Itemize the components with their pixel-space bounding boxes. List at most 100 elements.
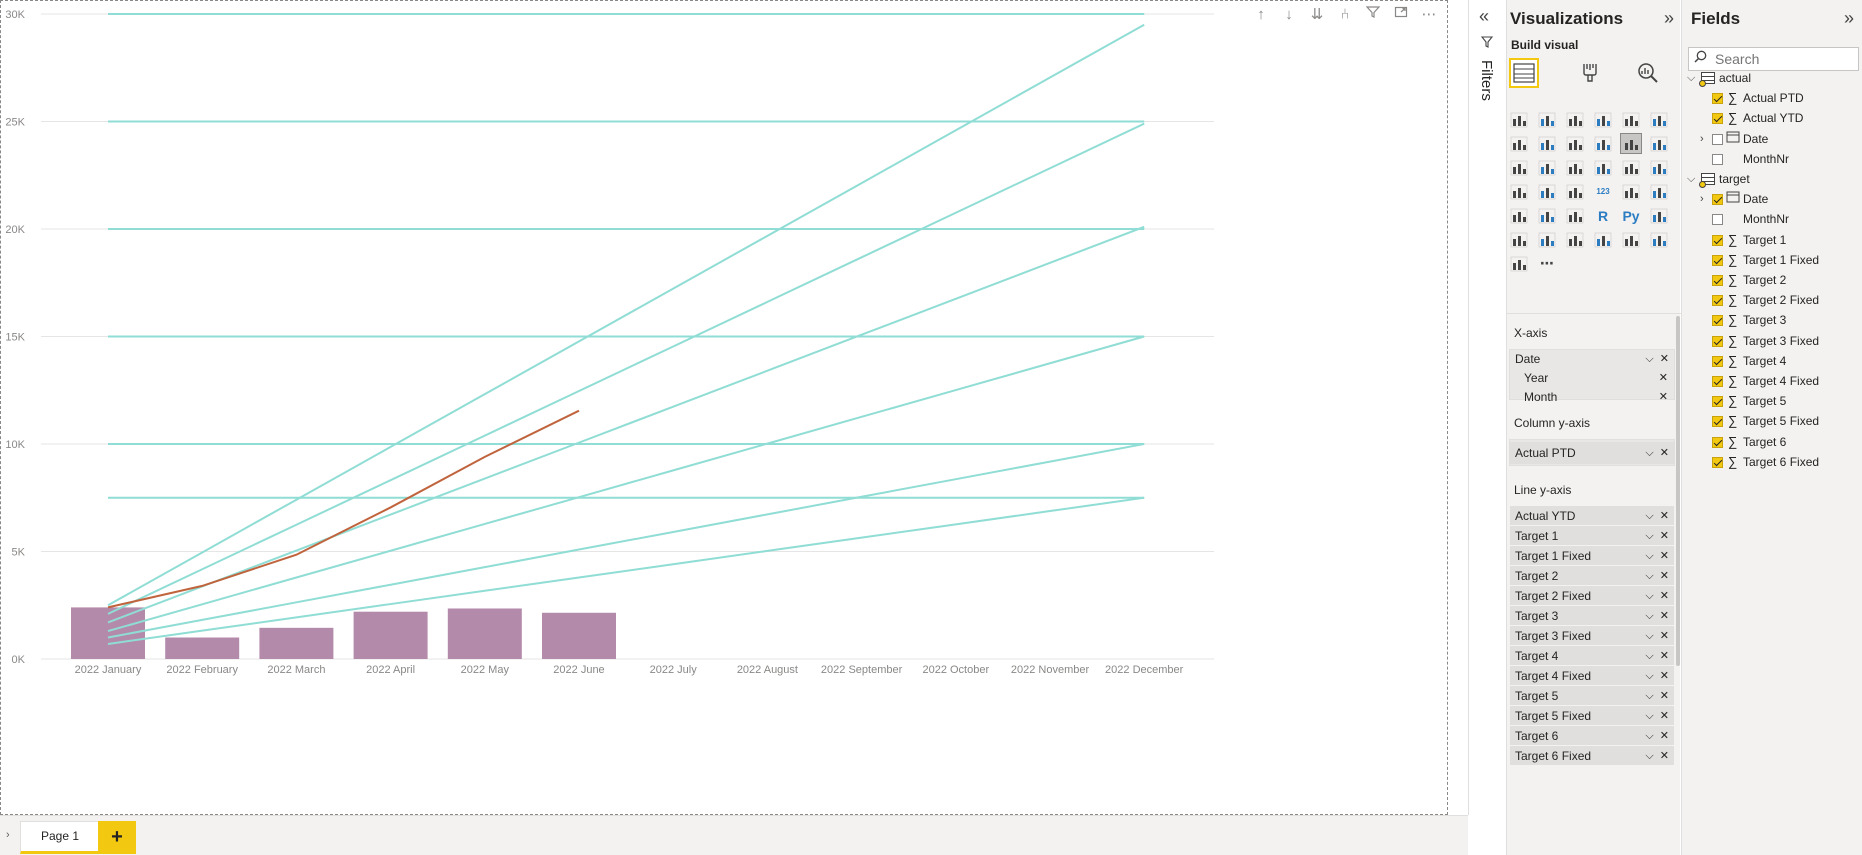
chevron-down-icon[interactable]: ⌵	[1645, 530, 1653, 542]
line-y-field[interactable]: Target 3 Fixed ⌵ ✕	[1509, 625, 1675, 646]
remove-field-icon[interactable]: ✕	[1660, 570, 1669, 582]
combo-chart-visual[interactable]: 0K 5K 10K 15K 20K 25K 30K 2022 January 2022 Febr…	[0, 0, 1448, 815]
field-item[interactable]: ∑ Target 3 Fixed	[1682, 331, 1862, 351]
field-checkbox[interactable]	[1712, 315, 1723, 327]
build-visual-button[interactable]	[1509, 58, 1539, 88]
field-checkbox[interactable]	[1712, 153, 1723, 165]
field-checkbox[interactable]	[1712, 335, 1723, 347]
remove-field-icon[interactable]: ✕	[1660, 610, 1669, 622]
field-item[interactable]: › Date	[1682, 129, 1862, 149]
field-item[interactable]: ∑ Actual PTD	[1682, 88, 1862, 108]
x-axis-month-field[interactable]: Month ✕	[1510, 388, 1674, 407]
multi-row-card-visual-icon[interactable]	[1621, 182, 1641, 201]
expand-pane-icon[interactable]: »	[1844, 8, 1854, 29]
field-checkbox[interactable]	[1712, 254, 1723, 266]
clustered-column-visual-icon[interactable]	[1593, 110, 1613, 129]
remove-field-icon[interactable]: ✕	[1659, 388, 1668, 407]
chevron-down-icon[interactable]: ⌵	[1645, 510, 1653, 522]
field-item[interactable]: ∑ Actual YTD	[1682, 108, 1862, 128]
chevron-down-icon[interactable]: ⌵	[1645, 650, 1653, 662]
field-checkbox[interactable]	[1712, 275, 1723, 286]
more-options-icon[interactable]: ⋯	[1419, 5, 1439, 25]
field-checkbox[interactable]	[1712, 376, 1723, 387]
field-checkbox[interactable]	[1712, 93, 1723, 105]
field-checkbox[interactable]	[1712, 396, 1723, 408]
field-checkbox[interactable]	[1712, 295, 1723, 307]
gauge-visual-icon[interactable]	[1565, 182, 1585, 201]
r-script-visual-icon[interactable]: R	[1593, 206, 1613, 225]
remove-field-icon[interactable]: ✕	[1660, 630, 1669, 642]
field-item[interactable]: MonthNr	[1682, 209, 1862, 229]
line-stacked-column-visual-icon[interactable]	[1593, 134, 1613, 153]
card-visual-icon[interactable]: 123	[1593, 182, 1613, 201]
line-y-field[interactable]: Target 4 ⌵ ✕	[1509, 645, 1675, 666]
more-visuals-visual-icon[interactable]	[1509, 254, 1529, 273]
remove-field-icon[interactable]: ✕	[1660, 650, 1669, 662]
field-item[interactable]: ∑ Target 6	[1682, 432, 1862, 452]
stacked-column-visual-icon[interactable]	[1537, 110, 1557, 129]
remove-field-icon[interactable]: ✕	[1660, 510, 1669, 522]
chevron-down-icon[interactable]: ⌵	[1645, 690, 1653, 702]
line-y-field[interactable]: Target 6 ⌵ ✕	[1509, 725, 1675, 746]
field-checkbox[interactable]	[1712, 416, 1723, 428]
chevron-down-icon[interactable]: ⌵	[1645, 750, 1653, 762]
pane-scrollbar[interactable]	[1676, 316, 1680, 666]
chevron-down-icon[interactable]: ⌵	[1645, 730, 1653, 742]
table-target[interactable]: ⌵ target	[1682, 169, 1862, 189]
remove-field-icon[interactable]: ✕	[1660, 730, 1669, 742]
get-more-visual-icon[interactable]: ⋯	[1537, 254, 1557, 273]
100-stacked-column-visual-icon[interactable]	[1649, 110, 1669, 129]
field-item[interactable]: MonthNr	[1682, 149, 1862, 169]
line-visual-icon[interactable]	[1509, 134, 1529, 153]
column-y-field[interactable]: Actual PTD ⌵ ✕	[1510, 442, 1674, 464]
line-y-field[interactable]: Target 2 ⌵ ✕	[1509, 565, 1675, 586]
expand-pane-icon[interactable]: »	[1664, 8, 1674, 29]
format-visual-button[interactable]	[1575, 58, 1605, 88]
matrix-visual-icon[interactable]	[1565, 206, 1585, 225]
table-visual-icon[interactable]	[1537, 206, 1557, 225]
field-checkbox[interactable]	[1712, 456, 1723, 468]
line-y-field[interactable]: Target 6 Fixed ⌵ ✕	[1509, 745, 1675, 766]
map-visual-icon[interactable]	[1509, 182, 1529, 201]
kpi-visual-icon[interactable]	[1649, 182, 1669, 201]
stacked-bar-visual-icon[interactable]	[1509, 110, 1529, 129]
x-axis-date-field[interactable]: Date ⌵ ✕	[1510, 350, 1674, 369]
field-checkbox[interactable]	[1712, 194, 1723, 206]
field-item[interactable]: ∑ Target 6 Fixed	[1682, 452, 1862, 472]
chevron-down-icon[interactable]: ⌵	[1645, 610, 1653, 622]
remove-field-icon[interactable]: ✕	[1660, 530, 1669, 542]
treemap-visual-icon[interactable]	[1649, 158, 1669, 177]
remove-field-icon[interactable]: ✕	[1660, 550, 1669, 562]
chevron-down-icon[interactable]: ⌵	[1645, 710, 1653, 722]
remove-field-icon[interactable]: ✕	[1660, 670, 1669, 682]
line-y-field[interactable]: Target 4 Fixed ⌵ ✕	[1509, 665, 1675, 686]
line-y-axis-well[interactable]: Actual YTD ⌵ ✕ Target 1 ⌵ ✕ Target 1 Fixed ⌵ …	[1509, 503, 1675, 855]
pie-visual-icon[interactable]	[1593, 158, 1613, 177]
page-tab[interactable]: Page 1	[20, 821, 100, 854]
line-clustered-column-visual-icon[interactable]	[1620, 133, 1642, 154]
line-y-field[interactable]: Target 5 Fixed ⌵ ✕	[1509, 705, 1675, 726]
qa-visual-icon[interactable]	[1537, 230, 1557, 249]
line-y-field[interactable]: Target 3 ⌵ ✕	[1509, 605, 1675, 626]
power-apps-visual-icon[interactable]	[1621, 230, 1641, 249]
key-influencers-visual-icon[interactable]	[1649, 206, 1669, 225]
field-item[interactable]: ∑ Target 5	[1682, 391, 1862, 411]
area-visual-icon[interactable]	[1537, 134, 1557, 153]
go-to-next-level-icon[interactable]: ⇊	[1307, 5, 1327, 25]
field-item[interactable]: › Date	[1682, 189, 1862, 209]
chevron-down-icon[interactable]: ⌵	[1645, 670, 1653, 682]
python-visual-icon[interactable]: Py	[1621, 206, 1641, 225]
filters-label[interactable]: Filters	[1478, 60, 1495, 101]
expand-hierarchy-icon[interactable]: ⑃	[1335, 5, 1355, 25]
drill-up-icon[interactable]: ↑	[1251, 5, 1271, 25]
remove-field-icon[interactable]: ✕	[1660, 590, 1669, 602]
chevron-right-icon[interactable]: ›	[1700, 189, 1704, 209]
100-stacked-bar-visual-icon[interactable]	[1621, 110, 1641, 129]
x-axis-year-field[interactable]: Year ✕	[1510, 369, 1674, 388]
donut-visual-icon[interactable]	[1621, 158, 1641, 177]
chevron-down-icon[interactable]: ⌵	[1687, 169, 1695, 189]
remove-field-icon[interactable]: ✕	[1660, 447, 1669, 459]
field-item[interactable]: ∑ Target 3	[1682, 310, 1862, 330]
remove-field-icon[interactable]: ✕	[1660, 353, 1669, 365]
chevron-down-icon[interactable]: ⌵	[1687, 68, 1695, 88]
